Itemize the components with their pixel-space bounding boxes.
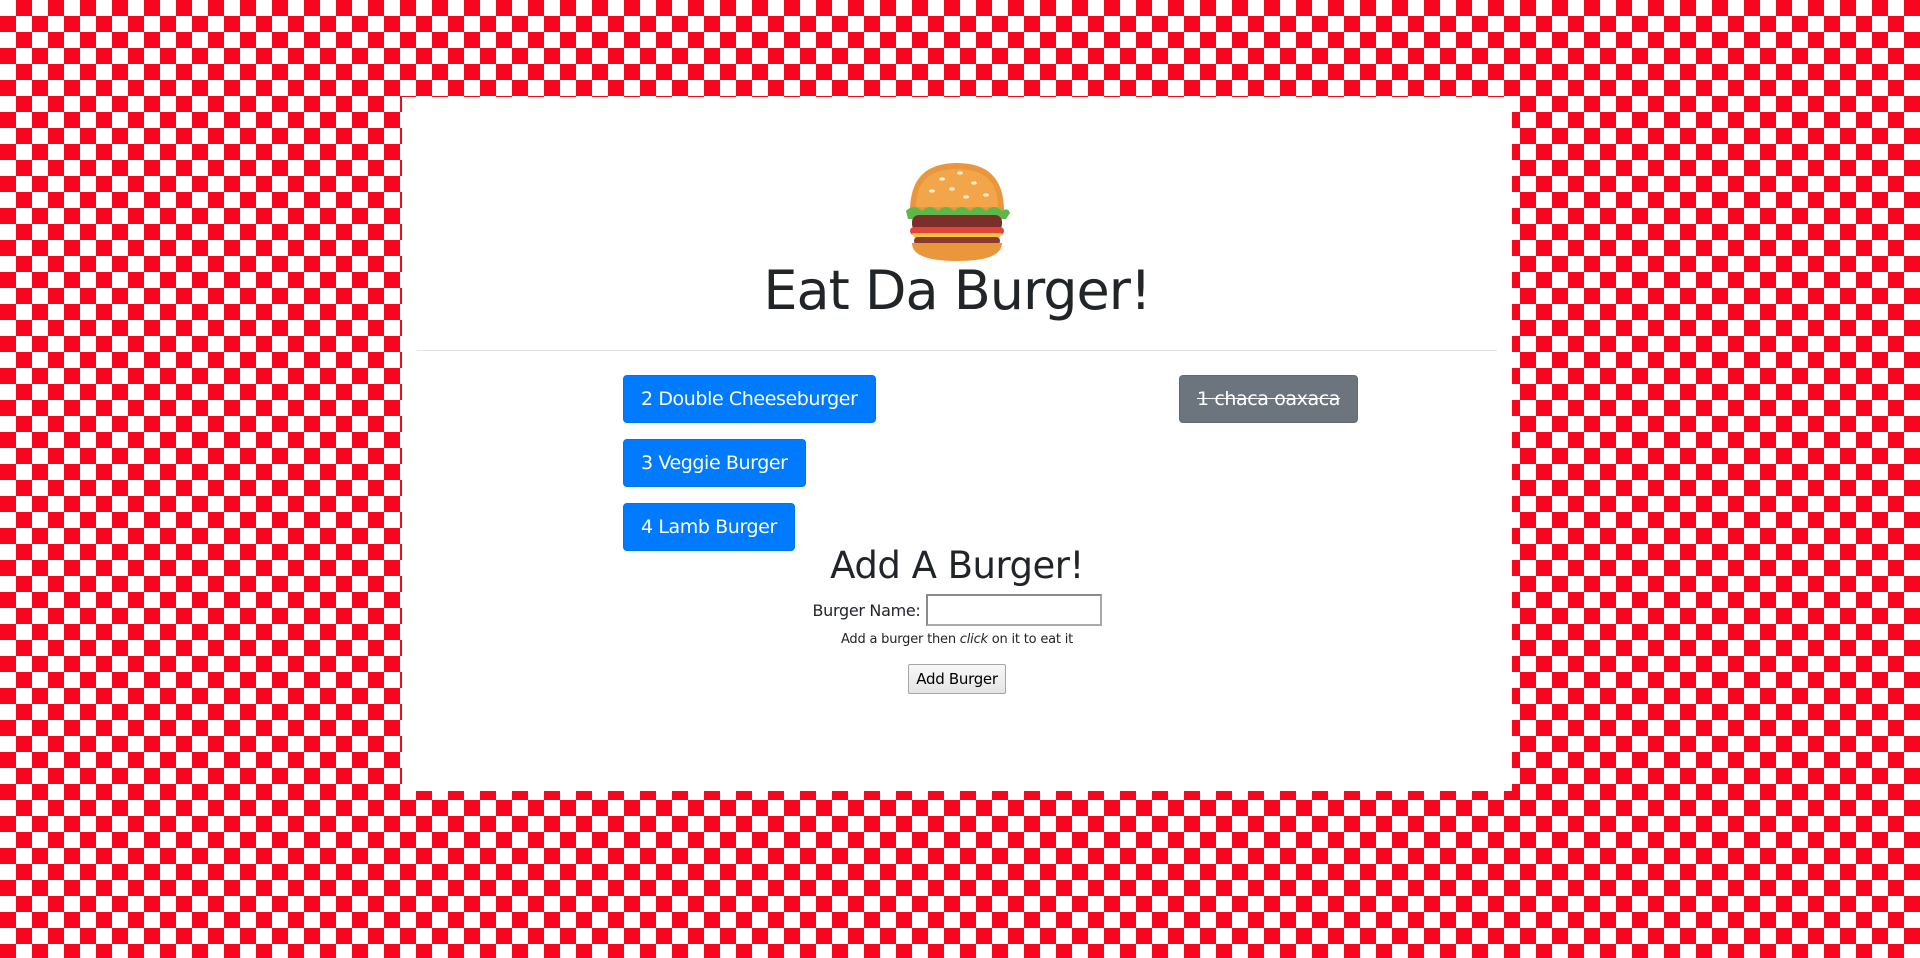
burger-lists: 2 Double Cheeseburger 3 Veggie Burger 4 … bbox=[402, 351, 1512, 551]
devoured-burger-list: 1 chaca oaxaca bbox=[1179, 374, 1359, 423]
jumbotron: Eat Da Burger! bbox=[402, 97, 1512, 320]
burger-name-label: Burger Name: bbox=[812, 600, 921, 620]
hint-text-before: Add a burger then bbox=[840, 632, 960, 648]
burger-name-row: Burger Name: bbox=[402, 594, 1512, 627]
hint-text-after: on it to eat it bbox=[987, 632, 1074, 648]
form-hint: Add a burger then click on it to eat it bbox=[402, 632, 1512, 647]
burger-button-veggie-burger[interactable]: 3 Veggie Burger bbox=[623, 438, 806, 487]
devoured-burger-button-chaca-oaxaca[interactable]: 1 chaca oaxaca bbox=[1179, 374, 1359, 423]
add-burger-form: Add A Burger! Burger Name: Add a burger … bbox=[402, 544, 1512, 695]
uneaten-burger-list: 2 Double Cheeseburger 3 Veggie Burger 4 … bbox=[623, 374, 876, 567]
burger-button-lamb-burger[interactable]: 4 Lamb Burger bbox=[623, 502, 795, 551]
burger-name-input[interactable] bbox=[925, 594, 1102, 627]
main-container: Eat Da Burger! 2 Double Cheeseburger 3 V… bbox=[402, 97, 1512, 791]
hamburger-icon bbox=[906, 163, 1010, 261]
burger-button-double-cheeseburger[interactable]: 2 Double Cheeseburger bbox=[623, 374, 876, 423]
page-title: Eat Da Burger! bbox=[763, 259, 1151, 322]
add-burger-button[interactable]: Add Burger bbox=[908, 664, 1006, 695]
hint-text-emphasis: click bbox=[959, 632, 988, 648]
